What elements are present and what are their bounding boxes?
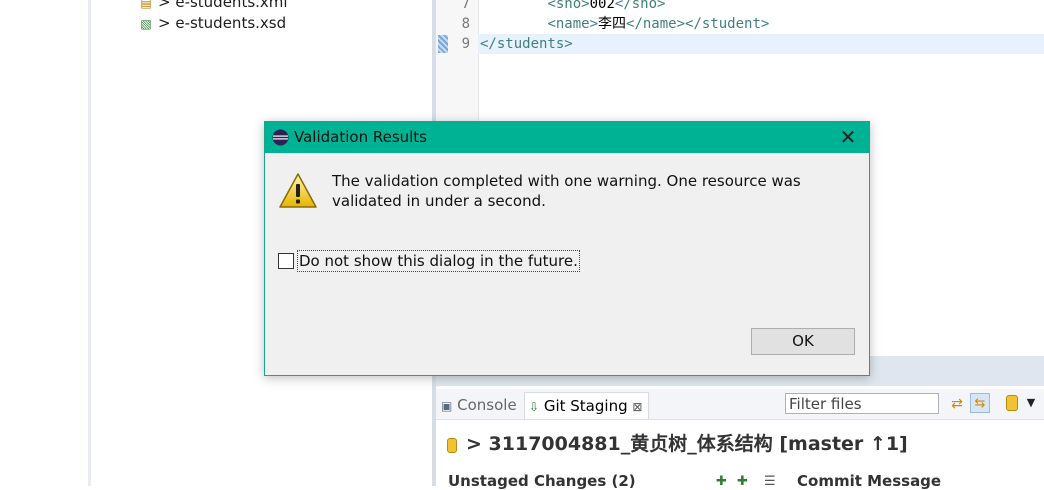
list-layout-icon[interactable]: ☰	[764, 474, 776, 489]
stage-all-icon[interactable]: ✚	[737, 474, 748, 489]
git-staging-icon: ⇩	[529, 400, 540, 414]
repository-icon	[447, 438, 457, 453]
repository-title: > 3117004881_黄贞树_体系结构 [master ↑1]	[466, 433, 908, 455]
dont-show-checkbox[interactable]	[278, 253, 294, 269]
line-number: 9	[461, 36, 470, 52]
close-tab-icon[interactable]: ⊠	[632, 400, 642, 414]
link-selection-icon[interactable]: ⇆	[970, 393, 990, 413]
dialog-message: The validation completed with one warnin…	[332, 172, 801, 210]
tab-git-staging[interactable]: ⇩ Git Staging ⊠	[524, 392, 650, 419]
tree-item-students-xsd[interactable]: ▧ > e-students.xsd	[138, 13, 286, 33]
stage-icon[interactable]: ✚	[716, 474, 727, 489]
console-icon: ▣	[441, 399, 453, 413]
filter-files-input[interactable]: Filter files	[785, 393, 939, 414]
unstaged-changes-header: Unstaged Changes (2)	[448, 472, 636, 490]
code-line[interactable]: </students>	[480, 34, 573, 54]
code-line[interactable]: <name>李四</name></student>	[480, 14, 769, 34]
xsd-file-icon: ▧	[140, 17, 152, 31]
view-menu-icon[interactable]: ▼	[1024, 393, 1038, 413]
xml-file-icon: ▤	[140, 0, 152, 10]
line-number: 7	[461, 0, 470, 12]
tab-console[interactable]: ▣ Console	[441, 392, 517, 418]
eclipse-icon	[272, 129, 289, 150]
code-line[interactable]: <sno>002</sno>	[480, 0, 665, 14]
dont-show-checkbox-label[interactable]: Do not show this dialog in the future.	[297, 250, 580, 272]
warning-icon	[278, 172, 318, 214]
commit-message-header: Commit Message	[797, 472, 942, 490]
explorer-margin	[88, 0, 91, 486]
refresh-icon[interactable]: ⇄	[948, 395, 966, 413]
close-icon[interactable]: ✕	[836, 122, 860, 153]
repository-icon[interactable]	[1006, 395, 1018, 411]
ok-button[interactable]: OK	[751, 328, 855, 355]
line-number: 8	[461, 16, 470, 32]
tree-item-students-xml[interactable]: ▤ > e-students.xml	[138, 0, 287, 12]
dialog-title: Validation Results	[294, 128, 428, 146]
